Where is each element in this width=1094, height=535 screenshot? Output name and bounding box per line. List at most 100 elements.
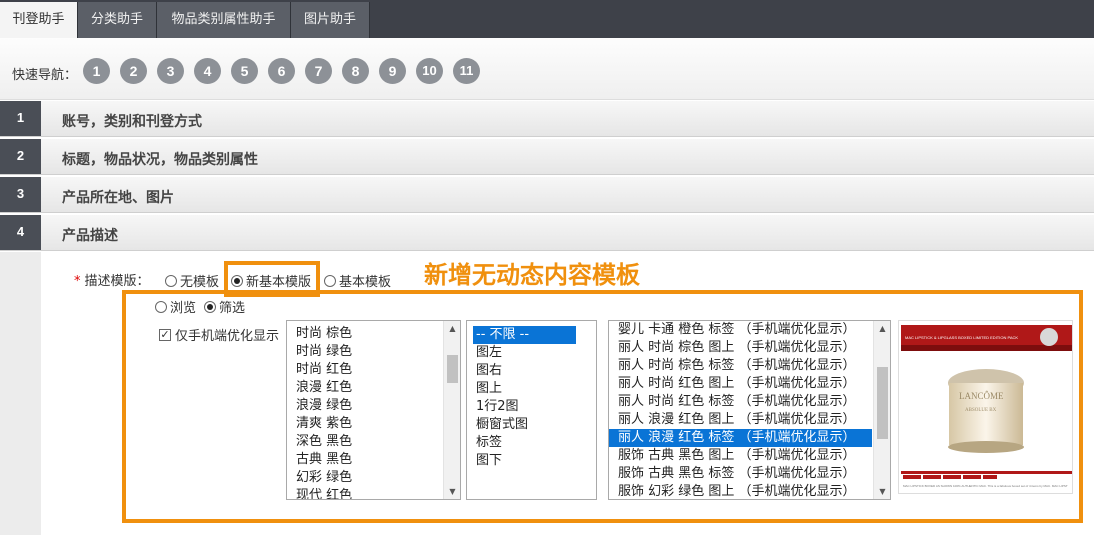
list-item[interactable]: 时尚 绿色 [287,343,443,361]
scroll-down-arrow-icon[interactable]: ▼ [444,484,460,499]
scrollbar[interactable]: ▲ ▼ [873,321,890,499]
scroll-up-arrow-icon[interactable]: ▲ [874,321,890,336]
section-number: 2 [0,139,41,174]
layout-list-items: -- 不限 -- 图左 图右 图上 1行2图 橱窗式图 标签 图下 [473,326,576,470]
preview-product-text: ABSOLUE BX [965,408,997,413]
preview-banner-text: MAC LIPSTICK & LIPGLASS BOXED LIMITED ED… [905,335,1018,340]
radio-label: 新基本模版 [246,275,312,290]
list-item[interactable]: 浪漫 绿色 [287,397,443,415]
preview-brand-text: LANCÔME [959,391,1004,401]
tab-item-specifics-assistant[interactable]: 物品类别属性助手 [157,2,291,38]
scrollbar[interactable]: ▲ ▼ [443,321,460,499]
radio-mode-browse[interactable]: 浏览 [155,297,196,316]
list-item[interactable]: 服饰 幻彩 绿色 图上 （手机端优化显示） [609,483,872,499]
list-item[interactable]: 现代 红色 [287,487,443,499]
description-template-label: * 描述模版： [74,270,150,289]
template-preview-image: MAC LIPSTICK & LIPGLASS BOXED LIMITED ED… [898,320,1073,494]
list-item[interactable]: 丽人 时尚 棕色 图上 （手机端优化显示） [609,339,872,357]
scroll-down-arrow-icon[interactable]: ▼ [874,484,890,499]
preview-graphic: MAC LIPSTICK & LIPGLASS BOXED LIMITED ED… [899,321,1072,493]
list-item-selected[interactable]: 丽人 浪漫 红色 标签 （手机端优化显示） [609,429,872,447]
list-item[interactable]: 图上 [473,380,576,398]
section-title-condition[interactable]: 2 标题，物品状况，物品类别属性 [0,139,1094,175]
section-title: 标题，物品状况，物品类别属性 [62,152,258,168]
quick-nav-step-9[interactable]: 9 [379,58,406,84]
section-title: 产品所在地、图片 [62,190,174,206]
list-item[interactable]: 1行2图 [473,398,576,416]
top-tab-bar: 刊登助手 分类助手 物品类别属性助手 图片助手 [0,0,1094,38]
tab-label: 分类助手 [90,12,143,27]
scroll-thumb[interactable] [447,355,458,383]
list-item[interactable]: 丽人 时尚 棕色 标签 （手机端优化显示） [609,357,872,375]
list-item[interactable]: 橱窗式图 [473,416,576,434]
mobile-only-checkbox[interactable]: ✓ 仅手机端优化显示 [159,325,279,344]
list-item[interactable]: 标签 [473,434,576,452]
list-item[interactable]: 古典 黑色 [287,451,443,469]
section-number: 4 [0,215,41,250]
label-text: 描述模版： [84,274,150,289]
quick-nav-step-8[interactable]: 8 [342,58,369,84]
radio-circle [155,300,167,313]
quick-nav-step-5[interactable]: 5 [231,58,258,84]
required-mark: * [74,274,81,289]
quick-nav-label: 快速导航： [12,68,78,83]
list-item[interactable]: 图下 [473,452,576,470]
list-item[interactable]: 时尚 红色 [287,361,443,379]
section-number: 3 [0,177,41,212]
list-item[interactable]: 幻彩 绿色 [287,469,443,487]
radio-circle [165,274,177,287]
quick-nav-step-6[interactable]: 6 [268,58,295,84]
annotation-text: 新增无动态内容模板 [424,261,640,289]
list-item[interactable]: 图右 [473,362,576,380]
list-item[interactable]: 图左 [473,344,576,362]
scroll-up-arrow-icon[interactable]: ▲ [444,321,460,336]
list-item[interactable]: 时尚 棕色 [287,325,443,343]
radio-label: 基本模板 [339,275,392,290]
radio-circle [204,300,216,313]
quick-nav-step-11[interactable]: 11 [453,58,480,84]
quick-nav-step-10[interactable]: 10 [416,58,443,84]
tab-label: 刊登助手 [12,12,65,27]
scroll-thumb[interactable] [877,367,888,439]
radio-mode-filter[interactable]: 筛选 [204,297,245,316]
tab-label: 图片助手 [303,12,356,27]
section-account-category[interactable]: 1 账号，类别和刊登方式 [0,101,1094,137]
radio-circle [231,274,243,287]
list-item[interactable]: -- 不限 -- [473,326,576,344]
radio-label: 筛选 [219,301,246,316]
list-item[interactable]: 浪漫 红色 [287,379,443,397]
layout-listbox[interactable]: -- 不限 -- 图左 图右 图上 1行2图 橱窗式图 标签 图下 [466,320,597,500]
quick-nav-step-2[interactable]: 2 [120,58,147,84]
quick-nav-step-1[interactable]: 1 [83,58,110,84]
list-item[interactable]: 丽人 浪漫 红色 图上 （手机端优化显示） [609,411,872,429]
list-item[interactable]: 服饰 古典 黑色 标签 （手机端优化显示） [609,465,872,483]
list-item[interactable]: 丽人 时尚 红色 图上 （手机端优化显示） [609,375,872,393]
preview-footer-text: MAC LIPSTICK BOXED AS SHOWN 100% AUTHENT… [903,484,1068,488]
section-title: 账号，类别和刊登方式 [62,114,202,130]
quick-nav-step-3[interactable]: 3 [157,58,184,84]
template-listbox[interactable]: 婴儿 卡通 橙色 标签 （手机端优化显示） 丽人 时尚 棕色 图上 （手机端优化… [608,320,891,500]
checkbox-label: 仅手机端优化显示 [175,329,280,344]
tab-label: 物品类别属性助手 [171,12,276,27]
radio-new-basic-template[interactable]: 新基本模版 [231,271,311,290]
quick-nav-step-4[interactable]: 4 [194,58,221,84]
radio-no-template[interactable]: 无模板 [165,271,219,290]
quick-nav-step-7[interactable]: 7 [305,58,332,84]
radio-label: 浏览 [170,301,197,316]
tab-listing-assistant[interactable]: 刊登助手 [0,2,78,38]
tab-image-assistant[interactable]: 图片助手 [291,2,370,38]
list-item[interactable]: 婴儿 卡通 橙色 标签 （手机端优化显示） [609,321,872,339]
radio-basic-template[interactable]: 基本模板 [324,271,391,290]
style-listbox[interactable]: 时尚 棕色 时尚 绿色 时尚 红色 浪漫 红色 浪漫 绿色 清爽 紫色 深色 黑… [286,320,461,500]
section-product-description[interactable]: 4 产品描述 [0,215,1094,251]
radio-label: 无模板 [180,275,220,290]
tab-category-assistant[interactable]: 分类助手 [78,2,157,38]
quick-nav-bar: 快速导航： 1 2 3 4 5 6 7 8 9 10 11 [0,38,1094,100]
list-item[interactable]: 深色 黑色 [287,433,443,451]
checkbox-box: ✓ [159,327,171,341]
list-item[interactable]: 丽人 时尚 红色 标签 （手机端优化显示） [609,393,872,411]
left-gutter [0,252,41,535]
section-location-images[interactable]: 3 产品所在地、图片 [0,177,1094,213]
list-item[interactable]: 服饰 古典 黑色 图上 （手机端优化显示） [609,447,872,465]
list-item[interactable]: 清爽 紫色 [287,415,443,433]
